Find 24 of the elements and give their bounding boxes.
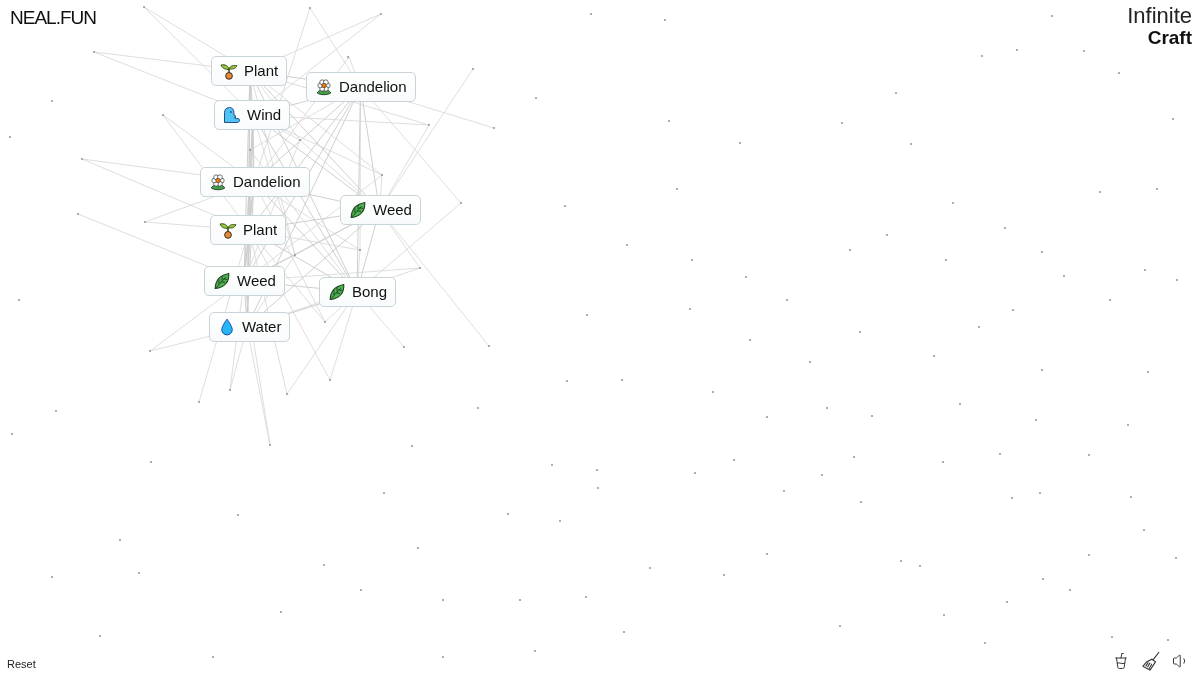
title-text: Infinite <box>1127 4 1192 28</box>
element-item[interactable]: Wind <box>214 100 291 130</box>
element-item[interactable]: Water <box>209 312 291 342</box>
element-item[interactable]: Plant <box>211 56 288 86</box>
element-item[interactable]: Weed <box>204 266 285 296</box>
blowing-face-icon <box>223 106 241 124</box>
element-item[interactable]: Dandelion <box>306 72 416 102</box>
reset-button[interactable]: Reset <box>7 657 36 671</box>
sprout-icon <box>220 62 238 80</box>
coffee-cup-icon[interactable] <box>1112 652 1130 670</box>
title-text: Craft <box>1147 28 1192 48</box>
element-item[interactable]: Dandelion <box>200 167 310 197</box>
element-item[interactable]: Bong <box>319 277 397 307</box>
sprout-icon <box>219 221 237 239</box>
broom-icon[interactable] <box>1142 651 1160 671</box>
element-item[interactable]: Plant <box>210 215 287 245</box>
water-drop-icon <box>218 318 236 336</box>
leaf-icon <box>328 283 346 301</box>
site-logo[interactable]: NEAL.FUN <box>10 6 96 30</box>
leaf-icon <box>213 272 231 290</box>
element-item[interactable]: Weed <box>340 195 421 225</box>
flower-icon <box>315 78 333 96</box>
leaf-icon <box>349 201 367 219</box>
flower-icon <box>209 173 227 191</box>
